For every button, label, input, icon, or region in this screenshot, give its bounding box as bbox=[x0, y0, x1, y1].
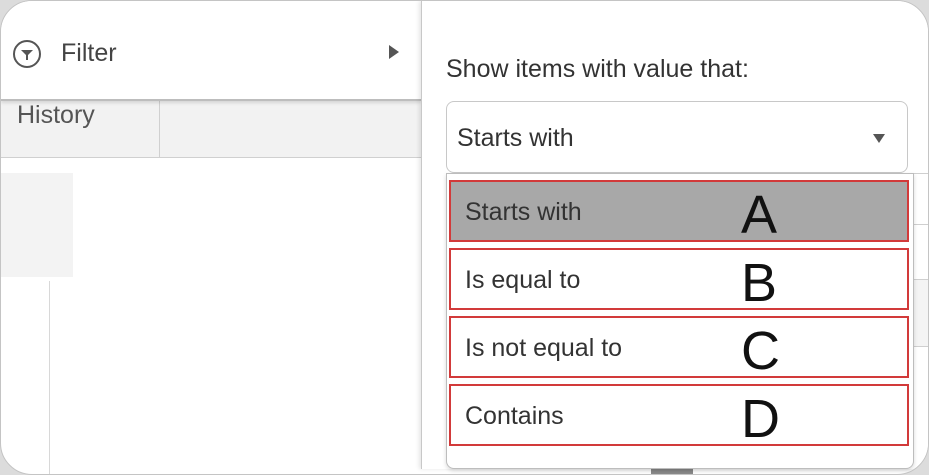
condition-dropdown-list: Starts with A Is equal to B Is not equal… bbox=[446, 173, 914, 469]
condition-select[interactable]: Starts with bbox=[446, 101, 908, 173]
history-column-header[interactable]: History bbox=[17, 101, 95, 130]
option-label: Is not equal to bbox=[465, 334, 623, 362]
filter-icon bbox=[13, 39, 41, 68]
filter-menu-item[interactable]: Filter bbox=[13, 39, 117, 68]
condition-select-value: Starts with bbox=[457, 124, 574, 152]
option-letter: A bbox=[741, 185, 778, 245]
option-label: Starts with bbox=[465, 198, 582, 226]
chevron-down-icon bbox=[873, 134, 885, 143]
option-letter: B bbox=[741, 253, 778, 313]
app-frame: Filter History Show items with value tha… bbox=[0, 0, 929, 475]
option-contains[interactable]: Contains D bbox=[449, 384, 909, 449]
show-items-label: Show items with value that: bbox=[446, 55, 749, 83]
chevron-right-icon bbox=[389, 45, 399, 59]
option-is-equal-to[interactable]: Is equal to B bbox=[449, 248, 909, 313]
context-menu: Filter bbox=[1, 1, 421, 101]
column-separator bbox=[159, 99, 160, 157]
option-starts-with[interactable]: Starts with A bbox=[449, 180, 909, 245]
filter-label: Filter bbox=[61, 39, 117, 67]
option-label: Is equal to bbox=[465, 266, 581, 294]
grid-divider bbox=[49, 281, 50, 474]
grid-cell bbox=[1, 173, 73, 277]
filter-popup: Show items with value that: Starts with … bbox=[421, 1, 928, 469]
option-label: Contains bbox=[465, 402, 564, 430]
option-is-not-equal-to[interactable]: Is not equal to C bbox=[449, 316, 909, 381]
option-letter: C bbox=[741, 321, 780, 381]
option-letter: D bbox=[741, 389, 780, 449]
